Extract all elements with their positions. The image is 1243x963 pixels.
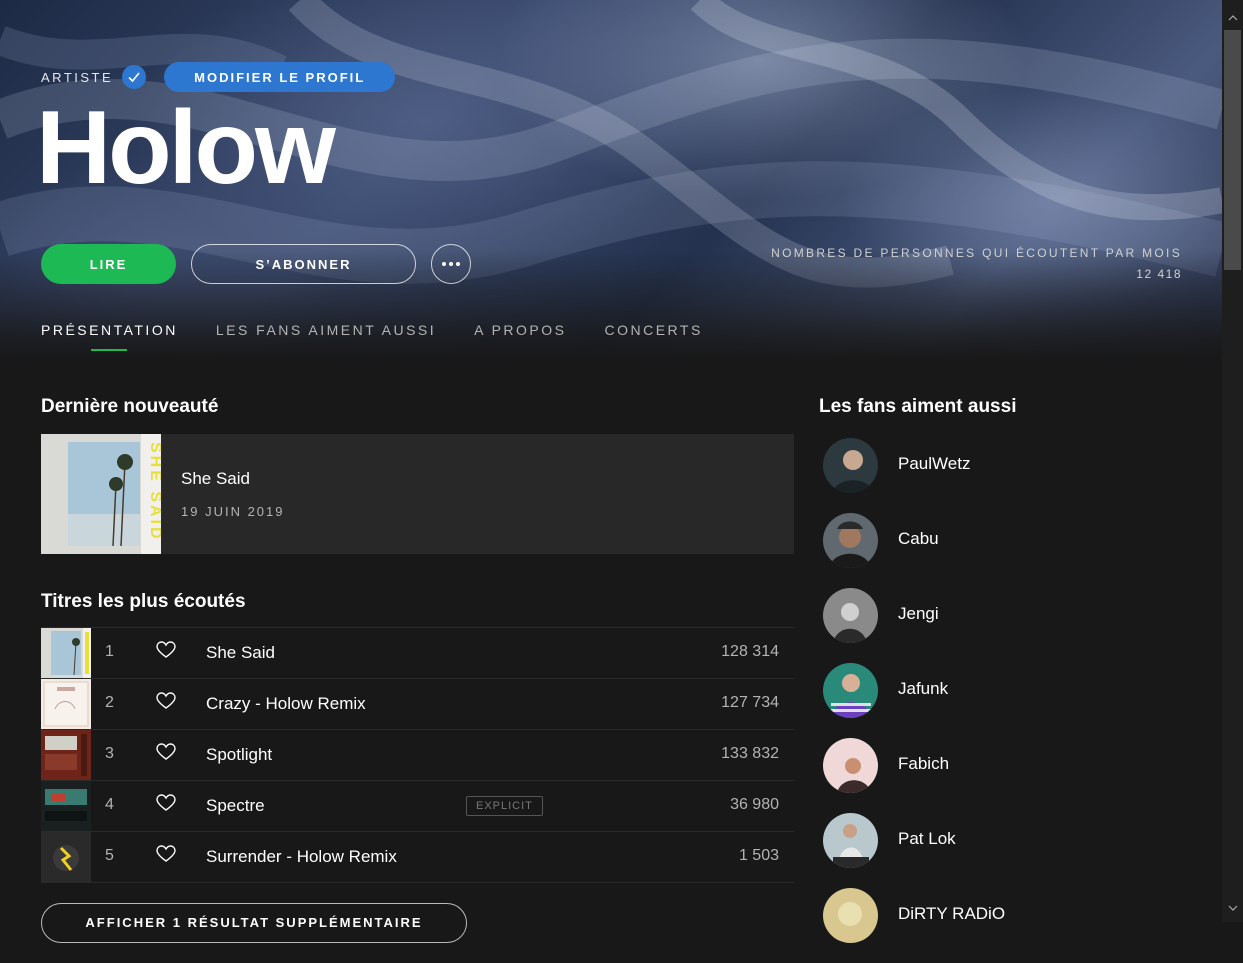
- track-number: 5: [105, 847, 114, 864]
- track-title[interactable]: She Said: [206, 643, 275, 663]
- track-play-count: 128 314: [721, 643, 779, 660]
- heart-icon[interactable]: [156, 794, 176, 812]
- artist-name: Holow: [36, 90, 336, 206]
- track-play-count: 127 734: [721, 694, 779, 711]
- track-title[interactable]: Surrender - Holow Remix: [206, 847, 397, 867]
- avatar: [823, 738, 878, 793]
- latest-release-cover: SHE SAID: [41, 434, 161, 554]
- track-play-count: 36 980: [730, 796, 779, 813]
- track-title[interactable]: Crazy - Holow Remix: [206, 694, 366, 714]
- related-artists-list: PaulWetz Cabu Jengi Jafunk Fabich Pat Lo…: [823, 438, 1183, 963]
- related-artist-name[interactable]: Pat Lok: [898, 829, 956, 849]
- track-number: 1: [105, 643, 114, 660]
- avatar: [823, 588, 878, 643]
- fans-also-like-heading: Les fans aiment aussi: [819, 396, 1017, 417]
- scroll-down-arrow-icon[interactable]: [1222, 898, 1243, 918]
- verified-check-icon: [122, 65, 147, 89]
- related-artist-item[interactable]: Fabich: [823, 738, 1183, 813]
- avatar: [823, 813, 878, 868]
- related-artist-name[interactable]: Jafunk: [898, 679, 948, 699]
- track-row[interactable]: 1 She Said 128 314: [41, 627, 794, 678]
- track-title[interactable]: Spotlight: [206, 745, 272, 765]
- track-thumbnail: [41, 730, 91, 780]
- latest-release-card[interactable]: SHE SAID She Said 19 JUIN 2019: [41, 434, 794, 554]
- avatar: [823, 438, 878, 493]
- ellipsis-icon: [442, 262, 460, 266]
- avatar: [823, 663, 878, 718]
- tab-concerts[interactable]: CONCERTS: [605, 322, 703, 338]
- track-row[interactable]: 5 Surrender - Holow Remix 1 503: [41, 831, 794, 883]
- related-artist-name[interactable]: Jengi: [898, 604, 939, 624]
- monthly-listeners: NOMBRES DE PERSONNES QUI ÉCOUTENT PAR MO…: [771, 246, 1182, 281]
- scrollbar-thumb[interactable]: [1224, 30, 1241, 270]
- track-thumbnail: [41, 679, 91, 729]
- vertical-scrollbar[interactable]: [1222, 0, 1243, 922]
- monthly-listeners-label: NOMBRES DE PERSONNES QUI ÉCOUTENT PAR MO…: [771, 246, 1182, 260]
- latest-release-heading: Dernière nouveauté: [41, 396, 219, 417]
- top-tracks-list: 1 She Said 128 314 2 Crazy - Holow Remix…: [41, 627, 794, 883]
- latest-release-date: 19 JUIN 2019: [181, 504, 285, 519]
- track-row[interactable]: 4 Spectre EXPLICIT 36 980: [41, 780, 794, 831]
- more-options-button[interactable]: [431, 244, 471, 284]
- scroll-up-arrow-icon[interactable]: [1222, 8, 1243, 28]
- related-artist-item[interactable]: Pat Lok: [823, 813, 1183, 888]
- related-artist-item[interactable]: PaulWetz: [823, 438, 1183, 513]
- heart-icon[interactable]: [156, 845, 176, 863]
- explicit-badge: EXPLICIT: [466, 796, 543, 816]
- track-thumbnail: [41, 832, 91, 882]
- track-title[interactable]: Spectre: [206, 796, 265, 816]
- heart-icon[interactable]: [156, 743, 176, 761]
- play-button[interactable]: LIRE: [41, 244, 176, 284]
- related-artist-item[interactable]: Jengi: [823, 588, 1183, 663]
- related-artist-name[interactable]: DiRTY RADiO: [898, 904, 1005, 924]
- monthly-listeners-value: 12 418: [1136, 267, 1182, 281]
- related-artist-item[interactable]: Cabu: [823, 513, 1183, 588]
- artist-tabs: PRÉSENTATION LES FANS AIMENT AUSSI A PRO…: [41, 322, 741, 351]
- track-thumbnail: [41, 628, 91, 678]
- track-row[interactable]: 3 Spotlight 133 832: [41, 729, 794, 780]
- track-number: 2: [105, 694, 114, 711]
- tab-about[interactable]: A PROPOS: [474, 322, 566, 338]
- heart-icon[interactable]: [156, 641, 176, 659]
- related-artist-name[interactable]: PaulWetz: [898, 454, 970, 474]
- track-number: 3: [105, 745, 114, 762]
- artist-type-label: ARTISTE: [41, 69, 114, 85]
- svg-text:SHE SAID: SHE SAID: [147, 442, 161, 542]
- tab-presentation[interactable]: PRÉSENTATION: [41, 322, 178, 351]
- tab-fans-also-like[interactable]: LES FANS AIMENT AUSSI: [216, 322, 436, 338]
- track-play-count: 133 832: [721, 745, 779, 762]
- related-artist-item[interactable]: DiRTY RADiO: [823, 888, 1183, 963]
- heart-icon[interactable]: [156, 692, 176, 710]
- show-more-results-button[interactable]: AFFICHER 1 RÉSULTAT SUPPLÉMENTAIRE: [41, 903, 467, 943]
- avatar: [823, 888, 878, 943]
- avatar: [823, 513, 878, 568]
- track-thumbnail: [41, 781, 91, 831]
- top-tracks-heading: Titres les plus écoutés: [41, 591, 246, 612]
- track-number: 4: [105, 796, 114, 813]
- related-artist-name[interactable]: Fabich: [898, 754, 949, 774]
- track-row[interactable]: 2 Crazy - Holow Remix 127 734: [41, 678, 794, 729]
- latest-release-title[interactable]: She Said: [181, 469, 250, 489]
- follow-button[interactable]: S’ABONNER: [191, 244, 416, 284]
- related-artist-name[interactable]: Cabu: [898, 529, 939, 549]
- related-artist-item[interactable]: Jafunk: [823, 663, 1183, 738]
- track-play-count: 1 503: [738, 847, 779, 864]
